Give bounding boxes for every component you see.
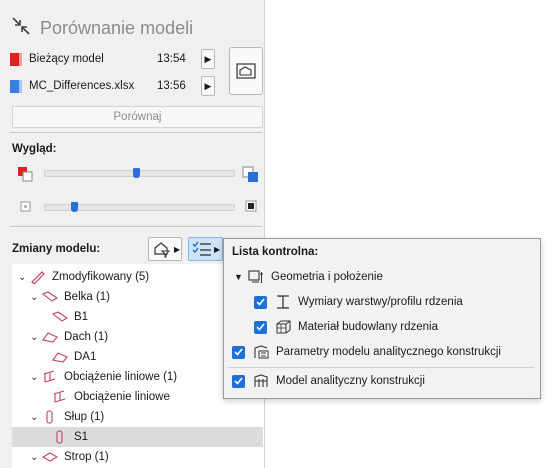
checkmark-icon (234, 348, 243, 356)
checkbox[interactable] (232, 374, 245, 388)
tree-item-label: Strop (1) (64, 451, 109, 463)
tree-selection-highlight (12, 427, 263, 447)
opacity-high-icon (245, 200, 257, 212)
show-model-button[interactable] (229, 47, 263, 95)
reference-model-time: 13:56 (157, 80, 186, 92)
color-end-icon (242, 166, 258, 182)
tree-item-label: Zmodyfikowany (5) (52, 271, 150, 283)
checklist-item-label: Geometria i położenie (271, 271, 383, 283)
tree-item-slab-group[interactable]: ⌄ Strop (1) (30, 447, 109, 467)
checkbox[interactable] (232, 345, 245, 359)
roof-icon (42, 332, 58, 343)
divider (10, 132, 262, 133)
reference-model-menu-button[interactable]: ▶ (201, 76, 215, 96)
opacity-low-icon (20, 201, 31, 212)
checklist-item-profile[interactable]: Wymiary warstwy/profilu rdzenia (254, 292, 463, 312)
current-model-menu-button[interactable]: ▶ (201, 49, 215, 69)
filter-icon (154, 242, 171, 258)
tree-item-beam[interactable]: B1 (52, 307, 88, 327)
divider (10, 226, 262, 227)
triangle-right-icon: ▶ (204, 80, 212, 91)
chevron-down-icon[interactable]: ⌄ (30, 372, 42, 383)
model-row-reference: MC_Differences.xlsx 13:56 ▶ (10, 75, 215, 97)
pencil-icon (31, 271, 45, 284)
beam-icon (52, 311, 68, 322)
panel-title: Porównanie modeli (40, 18, 194, 38)
current-model-time: 13:54 (157, 53, 186, 65)
checklist-item-label: Model analityczny konstrukcji (276, 375, 425, 387)
collapse-arrows-icon[interactable] (11, 16, 31, 36)
tree-item-label: Dach (1) (64, 331, 109, 343)
reference-model-color-swatch (10, 79, 22, 93)
triangle-down-icon[interactable]: ▼ (234, 272, 248, 282)
compare-button[interactable]: Porównaj (12, 106, 263, 128)
geometry-icon (248, 270, 263, 283)
checklist-button[interactable]: ▶ (188, 237, 223, 261)
model-view-icon (236, 63, 256, 79)
checklist-item-label: Materiał budowlany rdzenia (298, 321, 438, 333)
current-model-label: Bieżący model (29, 53, 104, 65)
tree-item-column-group[interactable]: ⌄ Słup (1) (30, 407, 104, 427)
chevron-down-icon[interactable]: ⌄ (30, 332, 42, 343)
tree-item-label: Belka (1) (64, 291, 111, 303)
tree-item-roof-group[interactable]: ⌄ Dach (1) (30, 327, 108, 347)
checklist-item-label: Parametry modelu analitycznego konstrukc… (276, 346, 501, 358)
color-slider-thumb[interactable] (133, 168, 141, 178)
tree-item-label: DA1 (74, 351, 97, 363)
checklist-item-parameters[interactable]: Parametry modelu analitycznego konstrukc… (232, 342, 501, 362)
checklist-title: Lista kontrolna: (232, 246, 319, 258)
checklist-item-label: Wymiary warstwy/profilu rdzenia (298, 296, 463, 308)
line-load-icon (53, 390, 66, 403)
chevron-down-icon[interactable]: ⌄ (18, 272, 30, 283)
tree-item-label: Słup (1) (64, 411, 105, 423)
tree-item-label: S1 (74, 431, 89, 443)
roof-icon (52, 352, 68, 363)
tree-item-column[interactable]: S1 (52, 427, 88, 447)
triangle-right-icon: ▶ (214, 244, 221, 254)
current-model-color-swatch (10, 52, 22, 66)
tree-item-line-load[interactable]: Obciążenie liniowe (52, 387, 170, 407)
checkmark-icon (256, 298, 265, 306)
analytical-model-icon (254, 374, 268, 387)
checklist-item-analytical-model[interactable]: Model analityczny konstrukcji (232, 371, 425, 391)
tree-item-roof[interactable]: DA1 (52, 347, 96, 367)
checkmark-icon (256, 323, 265, 331)
reference-model-label: MC_Differences.xlsx (29, 80, 135, 92)
model-changes-label: Zmiany modelu: (12, 243, 101, 255)
checkbox[interactable] (254, 295, 267, 309)
profile-icon (277, 295, 289, 309)
column-icon (56, 430, 63, 444)
slab-icon (42, 452, 58, 462)
checklist-popup: Lista kontrolna: ▼ Geometria i położenie… (223, 238, 541, 399)
checkmark-icon (234, 377, 243, 385)
chevron-down-icon[interactable]: ⌄ (30, 452, 42, 463)
tree-item-line-load-group[interactable]: ⌄ Obciążenie liniowe (1) (30, 367, 177, 387)
model-row-current: Bieżący model 13:54 ▶ (10, 48, 215, 70)
beam-icon (42, 291, 58, 302)
chevron-down-icon[interactable]: ⌄ (30, 412, 42, 423)
chevron-down-icon[interactable]: ⌄ (30, 292, 42, 303)
tree-item-label: Obciążenie liniowe (1) (64, 371, 178, 383)
triangle-right-icon: ▶ (204, 53, 212, 64)
column-icon (46, 410, 53, 424)
checklist-item-material[interactable]: Materiał budowlany rdzenia (254, 317, 438, 337)
opacity-slider-thumb[interactable] (70, 202, 78, 212)
material-icon (276, 320, 291, 334)
checklist-group-geometry[interactable]: ▼ Geometria i położenie (234, 267, 383, 287)
triangle-right-icon: ▶ (174, 244, 181, 254)
line-load-icon (43, 370, 56, 383)
appearance-label: Wygląd: (12, 143, 57, 155)
filter-elements-button[interactable]: ▶ (148, 237, 182, 261)
tree-item-beam-group[interactable]: ⌄ Belka (1) (30, 287, 110, 307)
checklist-icon (192, 241, 211, 256)
divider (228, 367, 534, 368)
checkbox[interactable] (254, 320, 267, 334)
tree-item-label: Obciążenie liniowe (74, 391, 170, 403)
color-start-icon (18, 167, 33, 182)
parameters-icon (254, 345, 269, 359)
tree-item-label: B1 (74, 311, 89, 323)
tree-item-modified[interactable]: ⌄ Zmodyfikowany (5) (18, 267, 149, 287)
